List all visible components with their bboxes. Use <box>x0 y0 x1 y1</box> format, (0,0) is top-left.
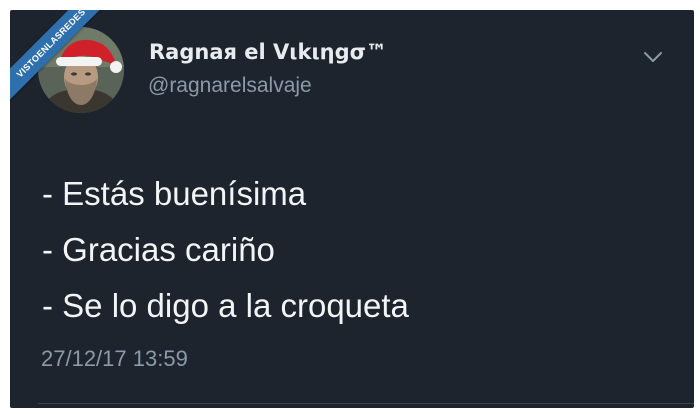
chevron-down-icon[interactable] <box>642 50 664 64</box>
tweet-line: - Se lo digo a la croqueta <box>42 287 409 324</box>
tweet-text: - Estás buenísima - Gracias cariño - Se … <box>42 166 409 334</box>
divider <box>38 403 694 404</box>
tweet-card: VISTOENLASREDES Ragnaя el Vιkιηgσ™ @ragn… <box>10 10 694 408</box>
tweet-line: - Estás buenísima <box>42 175 307 212</box>
display-name[interactable]: Ragnaя el Vιkιηgσ™ <box>149 40 387 64</box>
tweet-timestamp[interactable]: 27/12/17 13:59 <box>41 346 188 372</box>
page-frame: VISTOENLASREDES Ragnaя el Vιkιηgσ™ @ragn… <box>0 0 700 414</box>
user-handle[interactable]: @ragnarelsalvaje <box>148 74 312 98</box>
tweet-line: - Gracias cariño <box>42 231 275 268</box>
